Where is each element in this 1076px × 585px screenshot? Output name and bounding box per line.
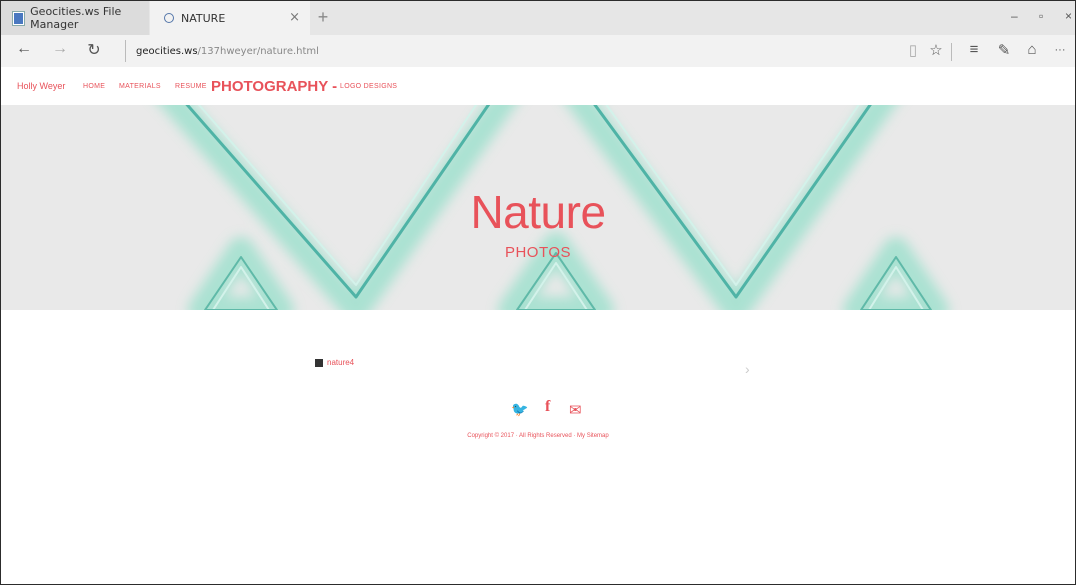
gallery-image[interactable]: nature4 [315, 358, 354, 367]
gallery-next-arrow-icon[interactable]: › [745, 361, 750, 377]
restore-button[interactable]: ▫ [1039, 9, 1043, 23]
image-alt-text: nature4 [327, 358, 355, 367]
facebook-icon[interactable]: f [545, 398, 550, 416]
favorite-star-icon[interactable]: ☆ [927, 41, 945, 59]
more-icon[interactable]: ··· [1051, 44, 1069, 56]
url-field[interactable]: geocities.ws/137hweyer/nature.html [125, 40, 319, 62]
email-icon[interactable]: ✉ [569, 401, 582, 419]
url-path: /137hweyer/nature.html [197, 45, 319, 57]
toolbar-separator [951, 43, 952, 61]
geocities-favicon-icon [13, 11, 25, 25]
tab-label: Geocities.ws File Manager [30, 5, 122, 31]
forward-button[interactable]: → [49, 40, 71, 58]
nav-materials-link[interactable]: MATERIALS [119, 67, 161, 105]
tab-strip: Geocities.ws File Manager NATURE × + – ▫… [1, 1, 1075, 35]
twitter-icon[interactable]: 🐦 [511, 401, 528, 418]
close-window-button[interactable]: × [1065, 9, 1072, 23]
tab-nature[interactable]: NATURE × [150, 1, 310, 35]
page-subtitle: PHOTOS [504, 244, 572, 261]
site-nav: Holly Weyer HOME MATERIALS RESUME PHOTOG… [1, 67, 1075, 105]
nav-home-link[interactable]: HOME [83, 67, 105, 105]
address-bar: ← → ↻ geocities.ws/137hweyer/nature.html… [1, 35, 1075, 67]
footer-copyright: Copyright © 2017 · All Rights Reserved ·… [467, 433, 609, 439]
broken-image-icon [315, 358, 323, 367]
page-title: Nature [470, 186, 606, 238]
share-icon[interactable]: ⌂ [1023, 41, 1041, 58]
web-note-icon[interactable]: ✎ [995, 41, 1013, 59]
hub-icon[interactable]: ≡ [965, 41, 983, 58]
hero-banner: Nature PHOTOS [1, 105, 1075, 310]
tab-label: NATURE [181, 11, 226, 25]
browser-window: Geocities.ws File Manager NATURE × + – ▫… [0, 0, 1076, 585]
reading-view-icon[interactable]: ▯ [904, 41, 922, 59]
minimize-button[interactable]: – [1011, 9, 1018, 23]
nav-logo-designs-link[interactable]: LOGO DESIGNS [340, 67, 397, 105]
site-brand-link[interactable]: Holly Weyer [17, 67, 65, 105]
close-tab-icon[interactable]: × [289, 10, 300, 25]
refresh-button[interactable]: ↻ [83, 40, 105, 60]
new-tab-button[interactable]: + [313, 7, 333, 28]
nav-photography-link[interactable]: PHOTOGRAPHY - [211, 67, 337, 105]
nav-resume-link[interactable]: RESUME [175, 67, 207, 105]
loading-globe-icon [164, 13, 174, 23]
back-button[interactable]: ← [13, 40, 35, 58]
tab-file-manager[interactable]: Geocities.ws File Manager [1, 1, 149, 35]
url-host: geocities.ws [136, 45, 198, 57]
